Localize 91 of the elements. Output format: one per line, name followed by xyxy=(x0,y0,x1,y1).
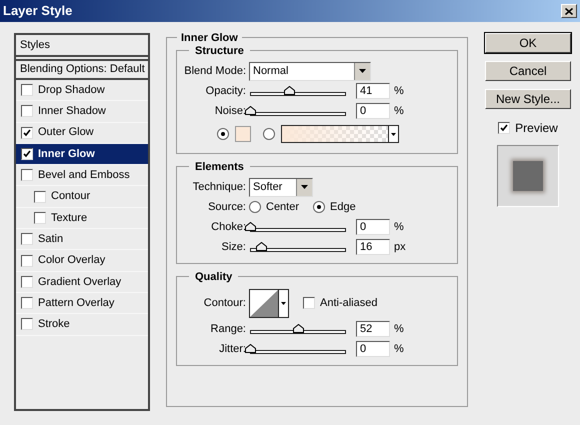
dropdown-button[interactable] xyxy=(296,178,312,196)
checkbox[interactable] xyxy=(21,148,33,160)
close-button[interactable] xyxy=(561,4,577,18)
checkbox[interactable] xyxy=(21,254,33,267)
contour-curve-icon xyxy=(250,290,278,316)
radio-label: Center xyxy=(266,200,300,215)
radio-button[interactable] xyxy=(217,128,229,140)
panel-title: Inner Glow xyxy=(181,32,238,44)
checkbox[interactable] xyxy=(21,318,33,330)
style-list-item[interactable]: Inner Glow xyxy=(16,144,148,166)
caret-icon xyxy=(359,69,366,73)
style-list-item[interactable]: Gradient Overlay xyxy=(16,272,148,293)
dropdown-value: Softer xyxy=(252,180,284,195)
contour-picker[interactable] xyxy=(249,288,289,318)
slider-thumb[interactable] xyxy=(284,86,295,94)
checkbox[interactable] xyxy=(21,233,33,246)
slider-thumb[interactable] xyxy=(256,242,268,250)
dropdown-field[interactable]: Normal xyxy=(249,62,371,80)
checkbox[interactable] xyxy=(21,84,33,96)
radio-label: Edge xyxy=(330,200,356,215)
unit-label: % xyxy=(394,342,404,357)
checkbox[interactable] xyxy=(21,126,33,139)
checkbox[interactable] xyxy=(498,122,510,134)
style-list-item[interactable]: Drop Shadow xyxy=(16,80,148,102)
value-field[interactable]: 0 xyxy=(356,219,390,235)
field-label: Range: xyxy=(210,322,246,335)
style-list-item[interactable]: Bevel and Emboss xyxy=(16,165,148,186)
style-list-item[interactable]: Inner Shadow xyxy=(16,101,148,123)
checkbox[interactable] xyxy=(34,190,46,203)
checkbox[interactable] xyxy=(21,169,33,182)
checkbox[interactable] xyxy=(21,105,33,118)
slider-thumb[interactable] xyxy=(245,222,256,230)
style-list-item[interactable]: Pattern Overlay xyxy=(16,292,148,314)
checkmark-icon xyxy=(23,128,31,137)
preview-square xyxy=(513,161,543,191)
unit-label: % xyxy=(394,104,404,119)
style-list-item[interactable]: Stroke xyxy=(16,314,148,336)
style-list-item[interactable]: Color Overlay xyxy=(16,250,148,272)
unit-label: % xyxy=(394,84,404,99)
style-list-item[interactable]: Texture xyxy=(16,208,148,230)
section-title: Structure xyxy=(195,45,244,57)
checkbox[interactable] xyxy=(34,212,46,224)
field-label: Jitter: xyxy=(219,342,246,355)
section-title: Quality xyxy=(195,271,232,283)
field-label: Opacity: xyxy=(206,84,246,97)
checkmark-icon xyxy=(23,150,31,158)
unit-label: px xyxy=(394,240,406,255)
radio-button[interactable] xyxy=(313,201,326,213)
style-list-item[interactable]: Contour xyxy=(16,186,148,208)
field-label: Noise: xyxy=(214,104,246,117)
value-field[interactable]: 52 xyxy=(356,321,390,337)
field-label: Contour: xyxy=(204,296,246,309)
value-field[interactable]: 0 xyxy=(356,341,390,357)
checkbox[interactable] xyxy=(21,297,33,310)
field-label: Blend Mode: xyxy=(184,64,246,77)
value-field[interactable]: 16 xyxy=(356,239,390,255)
slider-thumb[interactable] xyxy=(293,324,304,332)
checkmark-icon xyxy=(500,124,508,132)
field-label: Technique: xyxy=(192,180,246,193)
caret-icon xyxy=(301,185,308,189)
field-label: Source: xyxy=(208,200,246,213)
window-title: Layer Style xyxy=(3,2,72,20)
blending-options-item[interactable]: Blending Options: Default xyxy=(16,59,148,80)
dialog-button[interactable]: Cancel xyxy=(485,61,571,81)
style-list-item[interactable]: Satin xyxy=(16,229,148,250)
checkbox-label: Anti-aliased xyxy=(320,296,378,311)
slider-thumb[interactable] xyxy=(245,106,256,114)
value-field[interactable]: 0 xyxy=(356,103,390,119)
value-field[interactable]: 41 xyxy=(356,83,390,99)
dropdown-button[interactable] xyxy=(354,62,370,80)
dropdown-value: Normal xyxy=(252,64,290,79)
checkbox-label: Preview xyxy=(515,120,558,137)
dialog-button[interactable]: OK xyxy=(485,33,571,53)
caret-icon xyxy=(391,132,396,136)
styles-header[interactable]: Styles xyxy=(16,35,148,57)
color-swatch[interactable] xyxy=(235,126,251,142)
unit-label: % xyxy=(394,322,404,337)
gradient-picker[interactable] xyxy=(281,125,399,143)
dialog-button[interactable]: New Style... xyxy=(485,89,571,109)
radio-button[interactable] xyxy=(263,128,275,140)
caret-icon xyxy=(281,302,286,304)
close-icon xyxy=(565,8,573,14)
checkbox[interactable] xyxy=(21,276,33,288)
field-label: Choke: xyxy=(211,220,246,233)
radio-button[interactable] xyxy=(249,201,261,213)
dropdown-field[interactable]: Softer xyxy=(249,178,313,196)
checkbox[interactable] xyxy=(303,297,315,309)
section-title: Elements xyxy=(195,161,244,173)
field-label: Size: xyxy=(222,240,246,253)
slider-thumb[interactable] xyxy=(245,344,256,352)
unit-label: % xyxy=(394,220,404,235)
